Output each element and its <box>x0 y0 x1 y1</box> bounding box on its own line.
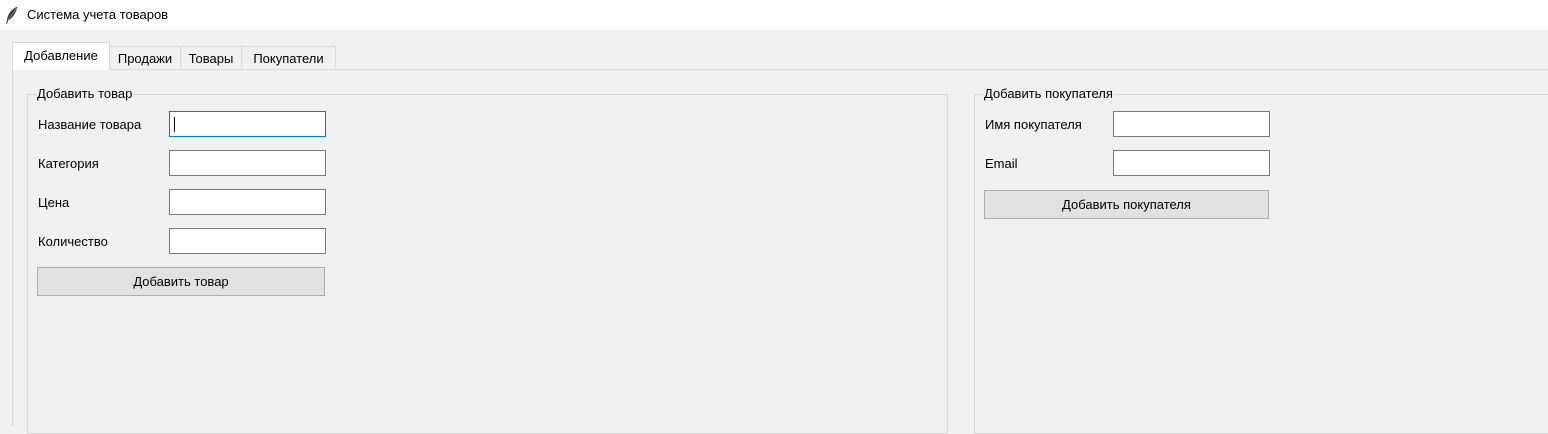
customer-name-label: Имя покупателя <box>985 117 1082 132</box>
tab-sales[interactable]: Продажи <box>109 46 181 69</box>
customer-name-input[interactable] <box>1113 111 1270 137</box>
email-label: Email <box>985 156 1018 171</box>
tab-label: Добавление <box>24 48 98 63</box>
text-cursor <box>174 117 175 132</box>
price-label: Цена <box>38 195 70 210</box>
tab-label: Покупатели <box>253 51 324 66</box>
add-customer-button[interactable]: Добавить покупателя <box>984 190 1269 219</box>
tab-customers[interactable]: Покупатели <box>241 46 336 69</box>
email-input[interactable] <box>1113 150 1270 176</box>
title-bar: Система учета товаров <box>0 0 1548 30</box>
window-title: Система учета товаров <box>27 7 169 22</box>
add-customer-frame: Добавить покупателя Имя покупателя Email… <box>974 86 1548 434</box>
product-name-label: Название товара <box>38 117 142 132</box>
add-customer-frame-title: Добавить покупателя <box>983 86 1114 102</box>
price-input[interactable] <box>169 189 326 215</box>
product-name-input[interactable] <box>169 111 326 137</box>
add-product-button[interactable]: Добавить товар <box>37 267 325 296</box>
tab-panel-add: Добавить товар Название товара Категория… <box>12 69 1548 434</box>
tab-products[interactable]: Товары <box>180 46 242 69</box>
notebook: Добавление Продажи Товары Покупатели Доб… <box>12 30 1548 434</box>
quantity-label: Количество <box>38 234 108 249</box>
quantity-input[interactable] <box>169 228 326 254</box>
category-label: Категория <box>38 156 99 171</box>
add-product-frame: Добавить товар Название товара Категория… <box>27 86 948 434</box>
tab-label: Продажи <box>117 51 173 66</box>
category-input[interactable] <box>169 150 326 176</box>
add-product-frame-title: Добавить товар <box>36 86 134 102</box>
feather-icon <box>6 6 18 24</box>
tab-add[interactable]: Добавление <box>12 42 110 70</box>
tab-label: Товары <box>188 51 234 66</box>
